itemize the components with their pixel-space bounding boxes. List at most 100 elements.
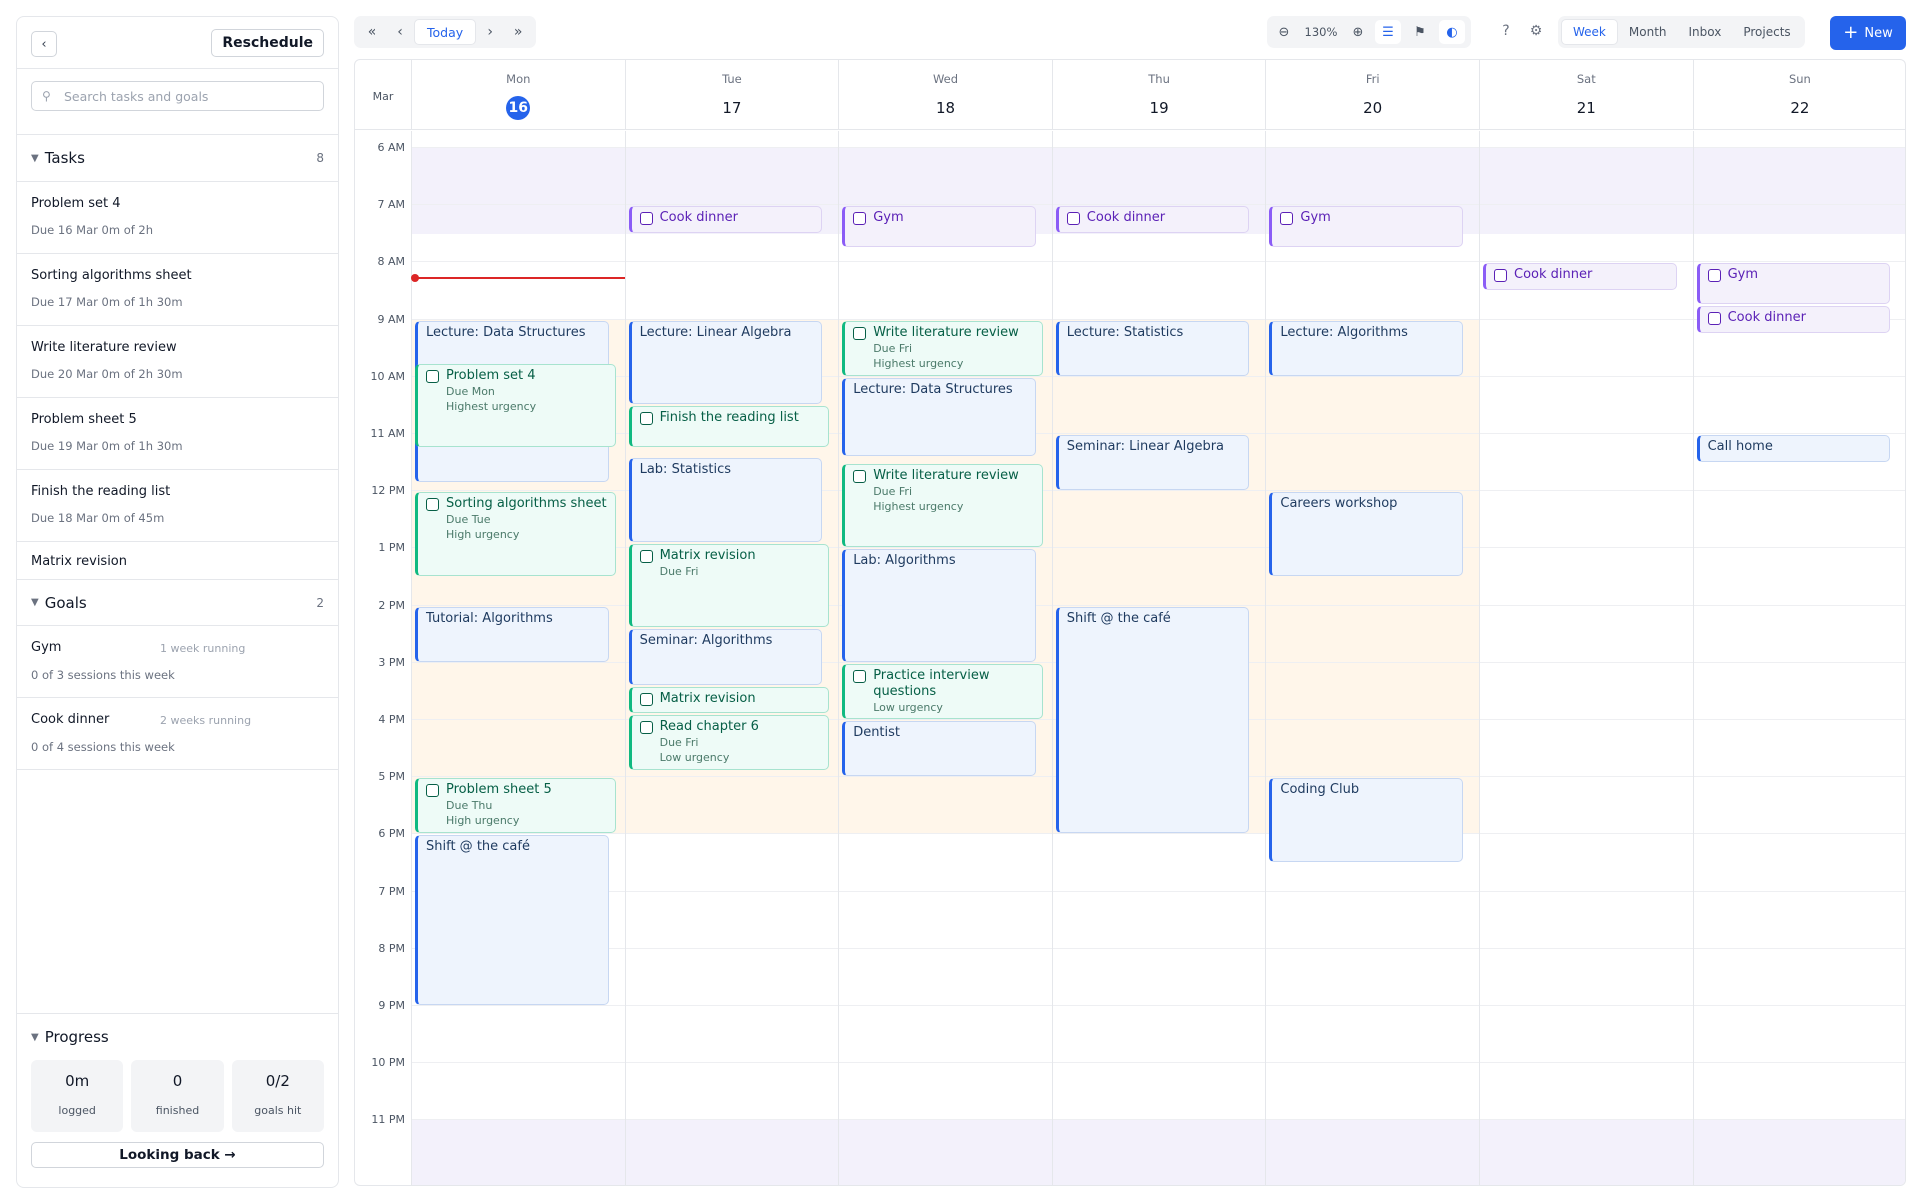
task-checkbox[interactable] [639,721,653,735]
task-block[interactable]: Finish the reading list [628,406,830,448]
task-checkbox[interactable] [1707,312,1721,326]
task-block[interactable]: Cook dinner [628,206,823,233]
task-checkbox[interactable] [853,326,867,340]
task-block[interactable]: Gym [1269,206,1463,248]
zoom-in-icon[interactable]: ⊕ [1347,25,1369,40]
view-month-tab[interactable]: Month [1618,19,1678,45]
day-header[interactable]: Sat 21 [1479,60,1693,130]
task-item[interactable]: Problem set 4 Due 16 Mar 0m of 2h [17,182,338,254]
task-item[interactable]: Write literature review Due 20 Mar 0m of … [17,326,338,398]
event-block[interactable]: Tutorial: Algorithms [415,606,609,662]
day-header[interactable]: Tue 17 [624,60,839,130]
help-icon[interactable]: ? [1496,23,1516,43]
hour-label: 12 PM [371,484,405,498]
task-block[interactable]: Gym [1696,263,1891,305]
new-button[interactable]: + New [1830,16,1906,50]
event-block[interactable]: Lab: Statistics [628,457,823,542]
task-checkbox[interactable] [853,469,867,483]
task-block[interactable]: Problem sheet 5 Due Thu High urgency [415,778,616,834]
task-checkbox[interactable] [426,498,439,512]
task-checkbox[interactable] [1494,269,1507,283]
previous-icon[interactable]: ‹ [386,24,414,40]
task-block[interactable]: Matrix revision Due Fri [628,543,830,628]
next-icon[interactable]: › [476,24,504,40]
event-block[interactable]: Lecture: Statistics [1055,320,1250,376]
day-header[interactable]: Sun 22 [1692,60,1905,130]
event-block[interactable]: Dentist [842,721,1036,777]
task-block[interactable]: Sorting algorithms sheet Due Tue High urge… [415,492,616,576]
event-block[interactable]: Lecture: Algorithms [1269,320,1463,376]
task-checkbox[interactable] [639,692,653,706]
event-block[interactable]: Lecture: Data Structures [842,377,1036,456]
task-checkbox[interactable] [426,369,439,383]
event-block[interactable]: Coding Club [1269,778,1463,862]
search-input[interactable]: ⚲ Search tasks and goals [31,81,324,111]
task-block[interactable]: Write literature review Due Fri Highest ur… [842,320,1043,376]
task-block[interactable]: Practice interview questions Low urgency [842,663,1043,719]
looking-back-button[interactable]: Looking back → [31,1142,324,1168]
event-block[interactable]: Careers workshop [1269,492,1463,576]
event-block[interactable]: Shift @ the café [1055,606,1250,834]
event-row: Lecture: Algorithms [1280,325,1455,341]
calendar-time-grid[interactable]: 6 AM 7 AM 8 AM 9 AM 10 AM 11 AM 12 PM 1 PM 2 PM 3… [355,131,1905,1185]
task-block[interactable]: Write literature review Due Fri Highest ur… [842,463,1043,548]
task-meta: Due 17 Mar 0m of 1h 30m [31,295,183,309]
jump-back-icon[interactable]: « [358,24,386,40]
palette-icon[interactable]: ◐ [1439,20,1465,44]
reschedule-button[interactable]: Reschedule [211,29,324,57]
progress-section-header[interactable]: ▼ Progress [17,1014,338,1060]
task-title: Problem sheet 5 [31,412,137,427]
tasks-section-header[interactable]: ▼ Tasks 8 [17,135,338,181]
task-checkbox[interactable] [853,212,867,226]
plus-icon: + [1843,22,1859,43]
goal-item[interactable]: Cook dinner 2 weeks running 0 of 4 session… [17,698,338,770]
hour-label: 5 PM [378,770,405,784]
task-checkbox[interactable] [639,412,653,426]
day-header[interactable]: Thu 19 [1051,60,1266,130]
today-button[interactable]: Today [414,19,477,45]
event-block[interactable]: Call home [1696,435,1891,462]
task-checkbox[interactable] [853,669,867,683]
goal-item[interactable]: Gym 1 week running 0 of 3 sessions this we… [17,626,338,698]
event-block[interactable]: Shift @ the café [415,835,609,1005]
event-block[interactable]: Seminar: Linear Algebra [1055,435,1250,491]
task-checkbox[interactable] [1707,269,1721,283]
gear-icon[interactable]: ⚙ [1526,23,1546,43]
task-block[interactable]: Gym [842,206,1036,248]
tag-icon[interactable]: ⚑ [1407,20,1433,44]
event-block[interactable]: Lecture: Linear Algebra [628,320,823,405]
event-row: Lab: Statistics [640,462,815,478]
task-item[interactable]: Finish the reading list Due 18 Mar 0m of … [17,470,338,542]
task-block[interactable]: Problem set 4 Due Mon Highest urgency [415,363,616,448]
task-item[interactable]: Sorting algorithms sheet Due 17 Mar 0m of… [17,254,338,326]
collapse-sidebar-button[interactable]: ‹ [31,31,57,57]
goals-section-header[interactable]: ▼ Goals 2 [17,580,338,626]
day-name: Wed [932,72,959,86]
chevron-left-icon: ‹ [41,36,47,52]
task-block[interactable]: Matrix revision [628,686,830,714]
task-checkbox[interactable] [639,212,653,226]
day-header[interactable]: Wed 18 [838,60,1052,130]
jump-forward-icon[interactable]: » [504,24,532,40]
task-checkbox[interactable] [426,784,439,798]
event-block[interactable]: Lab: Algorithms [842,549,1036,662]
task-item[interactable]: Matrix revision [17,542,338,580]
task-checkbox[interactable] [1280,212,1294,226]
event-detail: Highest urgency [873,499,964,513]
view-inbox-tab[interactable]: Inbox [1678,19,1733,45]
search-section: ⚲ Search tasks and goals [17,69,338,135]
task-checkbox[interactable] [639,549,653,563]
task-list-toggle-icon[interactable]: ☰ [1375,20,1401,44]
zoom-out-icon[interactable]: ⊖ [1273,25,1295,40]
task-block[interactable]: Cook dinner [1483,263,1677,290]
task-block[interactable]: Cook dinner [1055,206,1250,233]
task-block[interactable]: Cook dinner [1696,306,1891,333]
view-week-tab[interactable]: Week [1561,19,1618,45]
task-block[interactable]: Read chapter 6 Due Fri Low urgency [628,715,830,771]
task-item[interactable]: Problem sheet 5 Due 19 Mar 0m of 1h 30m [17,398,338,470]
day-header[interactable]: Fri 20 [1265,60,1479,130]
view-projects-tab[interactable]: Projects [1732,19,1801,45]
task-checkbox[interactable] [1066,212,1080,226]
day-header[interactable]: Mon 16 [411,60,625,130]
event-block[interactable]: Seminar: Algorithms [628,629,823,685]
